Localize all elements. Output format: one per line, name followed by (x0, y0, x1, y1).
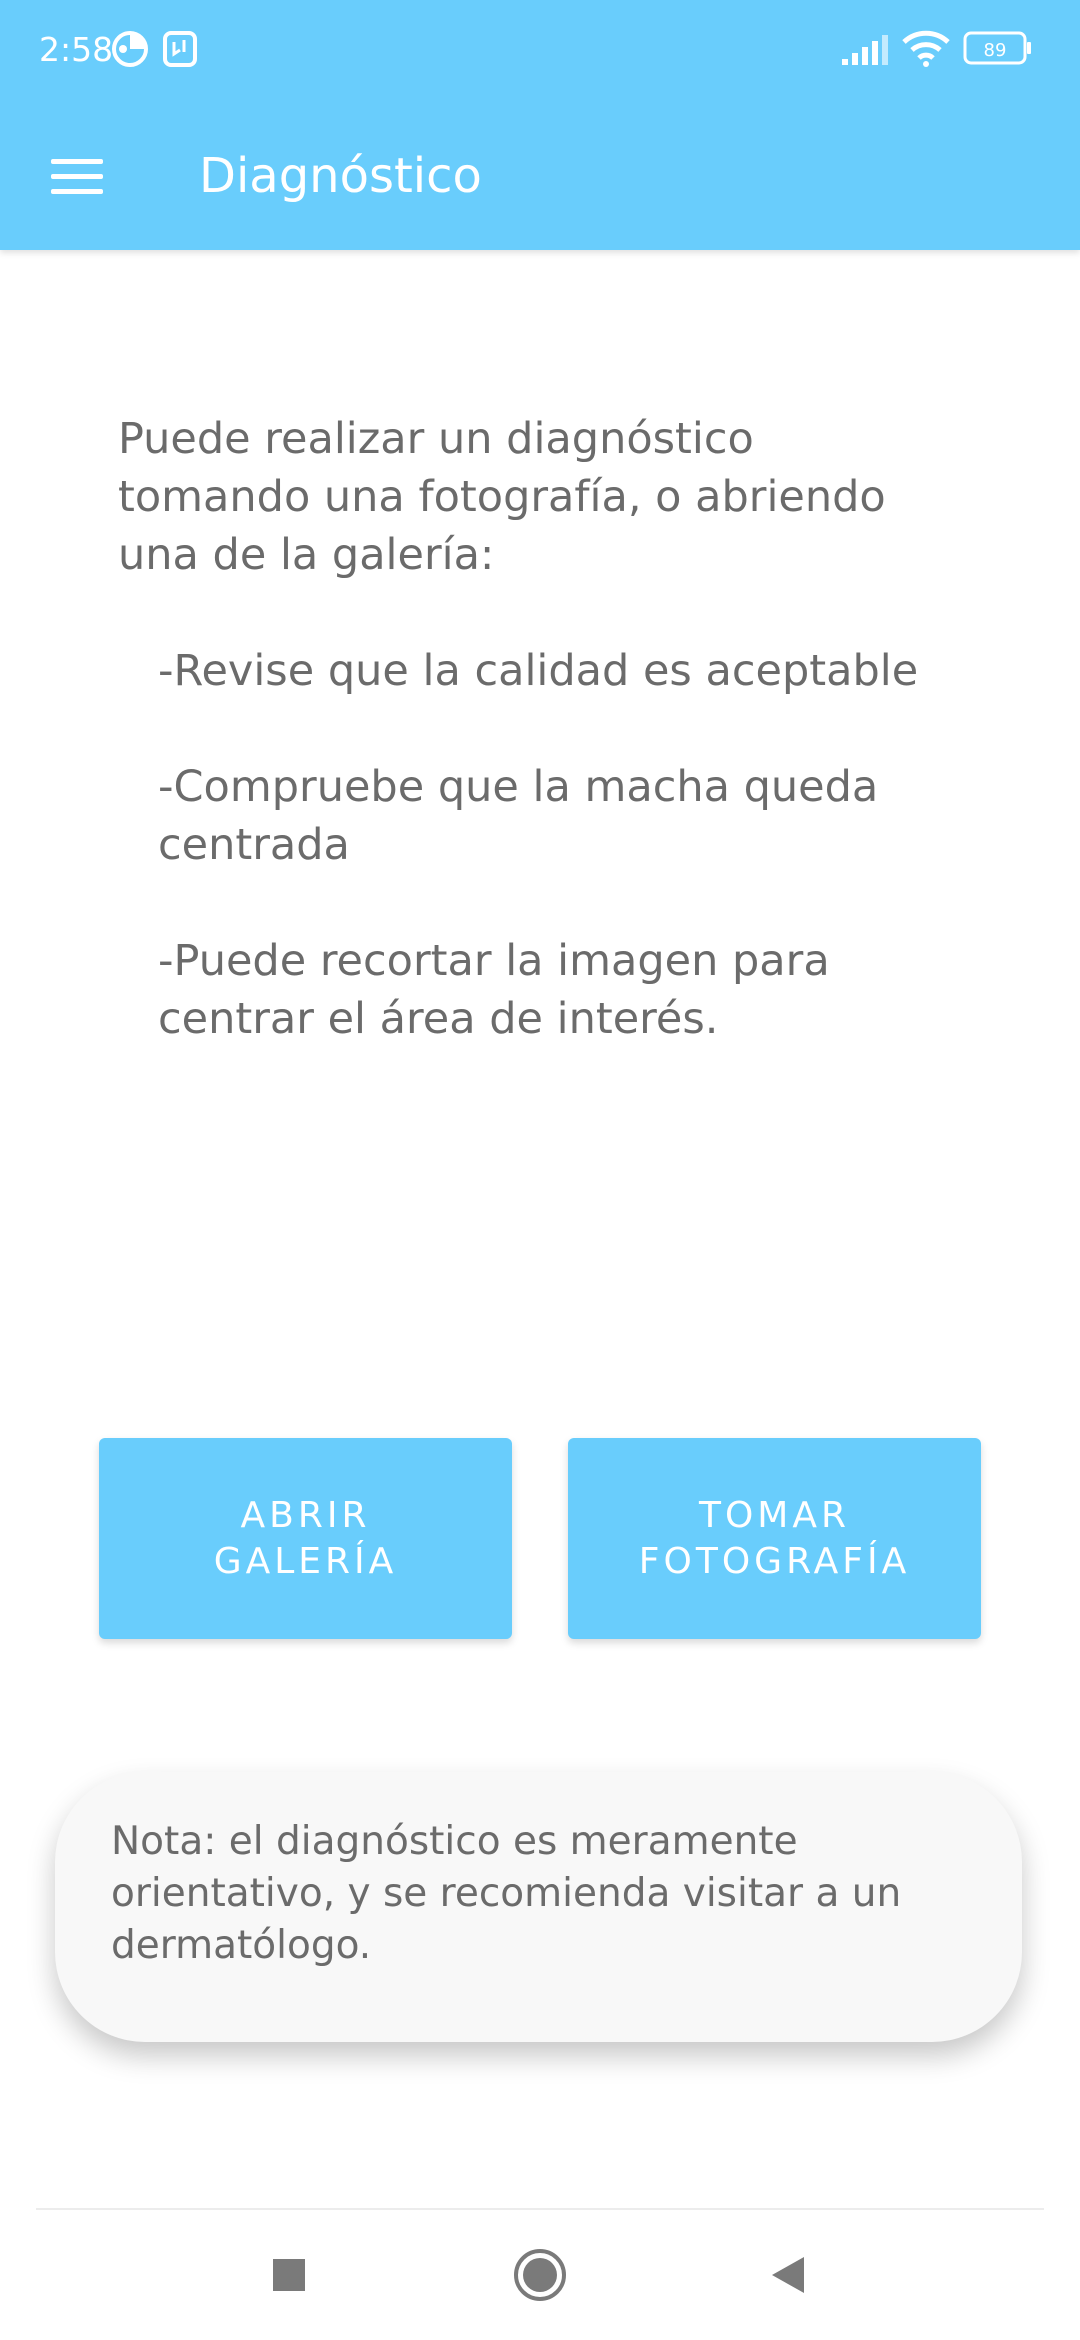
back-triangle-icon (772, 2257, 804, 2293)
nav-divider (36, 2208, 1044, 2210)
status-time: 2:58 (39, 30, 114, 69)
recents-square-icon (273, 2259, 305, 2291)
page-title: Diagnóstico (199, 148, 482, 204)
app-header: 2:58 89 Diagnóstico (0, 0, 1080, 250)
wifi-icon (902, 30, 950, 67)
instructions-intro: Puede realizar un diagnóstico tomando un… (118, 414, 886, 580)
disclaimer-card: Nota: el diagnóstico es meramente orient… (55, 1772, 1022, 2042)
cellular-signal-icon (842, 35, 888, 65)
menu-icon[interactable] (40, 146, 114, 206)
back-button[interactable] (748, 2240, 828, 2310)
home-button[interactable] (500, 2240, 580, 2310)
instruction-step-centered: -Compruebe que la macha queda centrada (158, 762, 879, 870)
instruction-step-crop: -Puede recortar la imagen para centrar e… (158, 936, 830, 1044)
instruction-step-quality: -Revise que la calidad es aceptable (158, 646, 919, 696)
instructions-text: Puede realizar un diagnóstico tomando un… (118, 410, 988, 1106)
sim-notification-icon (163, 31, 197, 67)
open-gallery-button[interactable]: ABRIR GALERÍA (99, 1438, 512, 1639)
battery-level: 89 (984, 40, 1007, 61)
home-circle-icon (514, 2249, 566, 2301)
recents-button[interactable] (249, 2240, 329, 2310)
disclaimer-text: Nota: el diagnóstico es meramente orient… (111, 1819, 902, 1968)
data-saver-icon (112, 31, 148, 67)
take-photo-button[interactable]: TOMAR FOTOGRAFÍA (568, 1438, 981, 1639)
battery-icon: 89 (963, 31, 1031, 65)
